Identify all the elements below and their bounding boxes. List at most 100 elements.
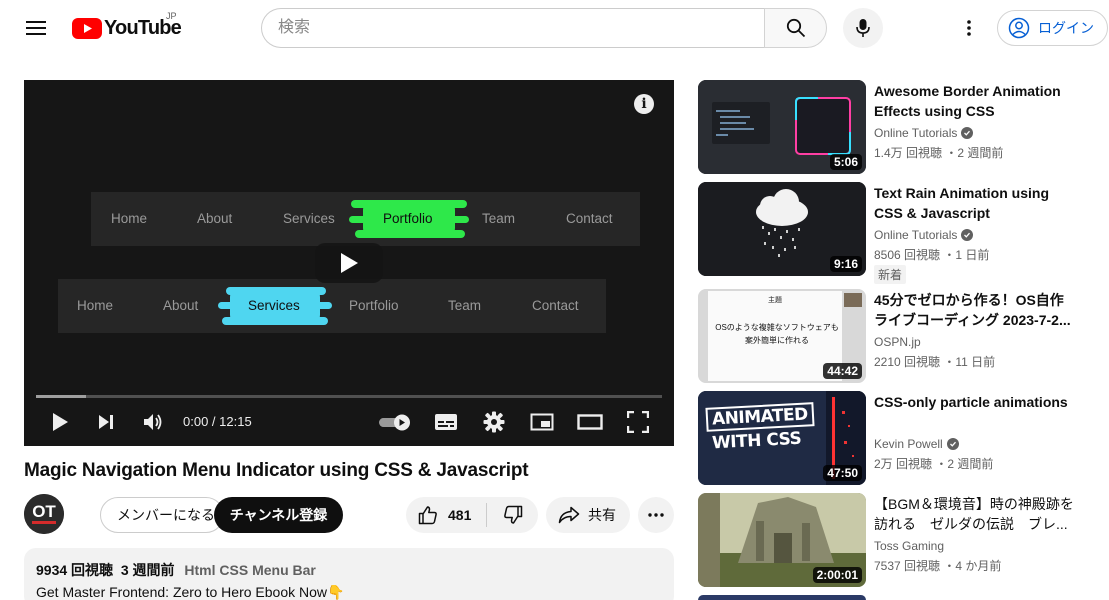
hamburger-icon (26, 21, 46, 35)
theater-mode-button[interactable] (575, 406, 605, 438)
nav-item-about: About (163, 298, 199, 313)
like-count: 481 (448, 507, 472, 523)
related-video-title: Awesome Border Animation Effects using C… (874, 83, 1061, 119)
region-code: JP (166, 11, 177, 21)
settings-button[interactable] (480, 406, 508, 438)
nav-item-services: Services (283, 211, 335, 226)
progress-buffered (36, 395, 87, 398)
large-play-button[interactable] (315, 243, 383, 283)
related-video-item-partial[interactable] (698, 595, 1098, 600)
related-video-channel: OSPN.jp (874, 335, 921, 349)
fullscreen-button[interactable] (624, 406, 652, 438)
search-icon (786, 18, 805, 38)
channel-name: OSPN.jp (874, 335, 921, 349)
related-video-item[interactable]: ANIMATED WITH CSS 47:50 CSS-only particl… (698, 391, 1098, 485)
slide-text: OSのような複雑なソフトウェアも 案外簡単に作れる (715, 323, 839, 345)
more-actions-button[interactable] (638, 497, 674, 533)
related-video-stats: 7537 回視聴 ・4 か月前 (874, 559, 1002, 573)
verified-check-icon (961, 127, 974, 139)
related-video-item[interactable]: 2:00:01 【BGM＆環境音】時の神殿跡を訪れる ゼルダの伝説 ブレ... … (698, 493, 1098, 587)
search-button[interactable] (764, 8, 827, 48)
new-badge: 新着 (874, 265, 907, 284)
play-button[interactable] (46, 406, 74, 438)
nav-item-home: Home (77, 298, 114, 313)
related-video-title: 45分でゼロから作る！OS自作ライブコーディング 2023-7-2... (874, 292, 1071, 328)
play-icon (341, 253, 358, 273)
channel-avatar-text: OT (32, 502, 56, 521)
video-duration: 5:06 (829, 154, 862, 170)
nav-item-contact: Contact (566, 211, 613, 226)
channel-avatar[interactable]: OT (24, 494, 64, 534)
hashtags[interactable]: Html CSS Menu Bar (184, 562, 315, 578)
thumbs-up-icon (418, 506, 437, 525)
video-thumbnail: 5:06 (698, 80, 866, 174)
related-video-title: Text Rain Animation using CSS & Javascri… (874, 185, 1050, 221)
verified-check-icon (961, 229, 974, 241)
join-member-button[interactable]: メンバーになる (100, 497, 224, 533)
related-video-item[interactable]: 主題 OSのような複雑なソフトウェアも 案外簡単に作れる 44:42 45分でゼ… (698, 289, 1098, 383)
masthead: YouTube JP ログイン (0, 0, 1109, 56)
channel-name: Toss Gaming (874, 539, 945, 553)
mute-button[interactable] (138, 406, 168, 438)
nav-item-portfolio-active: Portfolio (383, 211, 433, 226)
dislike-button[interactable] (487, 497, 538, 533)
video-title: Magic Navigation Menu Indicator using CS… (24, 460, 529, 481)
nav-item-about: About (197, 211, 233, 226)
video-duration: 9:16 (829, 256, 862, 272)
related-video-title: CSS-only particle animations (874, 394, 1068, 410)
related-video-title: 【BGM＆環境音】時の神殿跡を訪れる ゼルダの伝説 ブレ... (874, 496, 1074, 532)
progress-bar[interactable] (36, 395, 662, 398)
thumbs-down-icon (503, 505, 522, 524)
share-icon (558, 506, 580, 524)
volume-icon (144, 414, 162, 430)
share-label: 共有 (588, 507, 616, 523)
verified-check-icon (946, 438, 959, 450)
like-dislike-group: 481 (406, 497, 538, 533)
subtitles-icon (435, 414, 457, 430)
video-thumbnail: ANIMATED WITH CSS 47:50 (698, 391, 866, 485)
next-button[interactable] (92, 406, 120, 438)
signin-label: ログイン (1038, 20, 1094, 36)
video-player[interactable]: i Home About Services Portfolio Team Con… (24, 80, 674, 446)
related-video-channel: Online Tutorials (874, 126, 974, 140)
view-count: 9934 回視聴 (36, 562, 114, 578)
related-video-item[interactable]: 5:06 Awesome Border Animation Effects us… (698, 80, 1098, 174)
guide-menu-button[interactable] (20, 12, 52, 44)
related-video-item[interactable]: 9:16 Text Rain Animation using CSS & Jav… (698, 182, 1098, 284)
signin-button[interactable]: ログイン (997, 10, 1108, 46)
nav-item-contact: Contact (532, 298, 579, 313)
autoplay-toggle-icon (379, 414, 410, 431)
voice-search-button[interactable] (843, 8, 883, 48)
play-icon (53, 413, 68, 431)
info-icon[interactable]: i (634, 94, 654, 114)
nav-item-team: Team (448, 298, 482, 313)
video-duration: 2:00:01 (812, 567, 862, 583)
related-video-channel: Online Tutorials (874, 228, 974, 242)
upload-date: 3 週間前 (120, 562, 175, 578)
theater-mode-icon (577, 414, 603, 430)
video-duration: 44:42 (823, 363, 862, 379)
share-button[interactable]: 共有 (546, 497, 630, 533)
subscribe-label: チャンネル登録 (229, 507, 328, 523)
subscribe-button[interactable]: チャンネル登録 (214, 497, 343, 533)
nav-item-home: Home (111, 211, 148, 226)
nav-item-services-active: Services (248, 298, 300, 313)
player-controls: 0:00 / 12:15 (24, 402, 674, 442)
settings-more-button[interactable] (953, 12, 985, 44)
youtube-logo[interactable]: YouTube (72, 14, 182, 42)
channel-logo-icon: OT (24, 494, 64, 534)
subtitles-button[interactable] (432, 406, 460, 438)
miniplayer-button[interactable] (528, 406, 556, 438)
description-meta: 9934 回視聴 3 週間前 Html CSS Menu Bar (36, 560, 662, 580)
search-input[interactable] (261, 8, 764, 48)
channel-name: Online Tutorials (874, 228, 958, 242)
channel-name: Online Tutorials (874, 126, 958, 140)
video-thumbnail: 2:00:01 (698, 493, 866, 587)
like-button[interactable]: 481 (406, 497, 486, 533)
demo-nav-bottom: Home About Services Portfolio Team Conta… (58, 279, 606, 333)
autoplay-toggle[interactable] (377, 406, 413, 438)
description-box[interactable]: 9934 回視聴 3 週間前 Html CSS Menu Bar Get Mas… (24, 548, 674, 600)
related-video-stats: 2万 回視聴 ・2 週間前 (874, 457, 994, 471)
related-video-stats: 2210 回視聴 ・11 日前 (874, 355, 996, 369)
video-duration: 47:50 (823, 465, 862, 481)
